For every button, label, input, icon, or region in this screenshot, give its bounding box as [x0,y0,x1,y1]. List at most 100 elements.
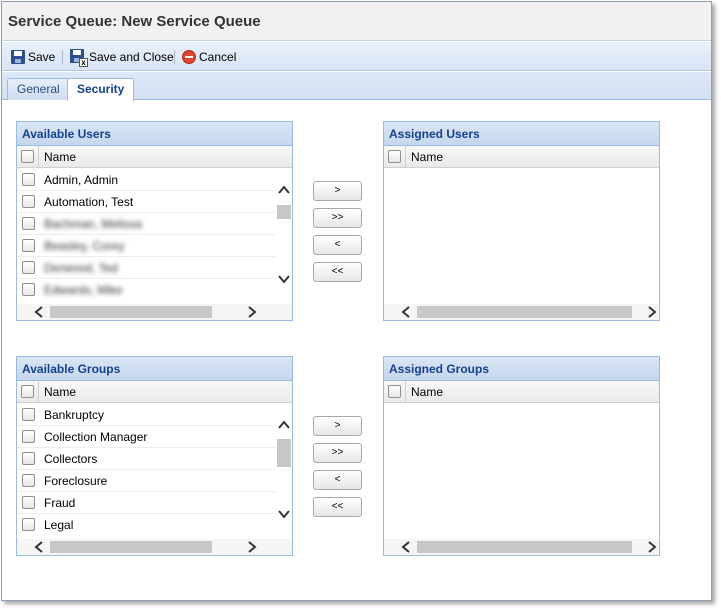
row-checkbox[interactable] [22,518,35,531]
list-item[interactable]: Fraud [17,492,276,514]
horizontal-scrollbar[interactable] [384,539,659,555]
list-item[interactable]: Bankruptcy [17,404,276,426]
row-checkbox[interactable] [22,474,35,487]
chevron-up-icon[interactable] [278,185,290,199]
horizontal-scrollbar[interactable] [17,539,292,555]
save-button-label: Save [28,50,56,64]
grid-header: Name [384,381,659,403]
row-checkbox[interactable] [22,173,35,186]
list-item[interactable]: Admin, Admin [17,169,276,191]
scroll-thumb[interactable] [277,205,291,219]
list-item[interactable]: Collectors [17,448,276,470]
row-checkbox[interactable] [22,217,35,230]
remove-all-users-button[interactable]: << [313,262,362,282]
column-header-name[interactable]: Name [411,385,443,399]
available-groups-title: Available Groups [17,357,292,381]
column-header-name[interactable]: Name [44,150,76,164]
column-header-name[interactable]: Name [44,385,76,399]
row-checkbox[interactable] [22,452,35,465]
available-users-list: Admin, Admin Automation, Test Bachman, M… [17,169,276,300]
remove-all-groups-button[interactable]: << [313,497,362,517]
floppy-disk-icon [11,50,25,64]
chevron-right-icon[interactable] [245,539,259,555]
horizontal-scrollbar[interactable] [17,304,292,320]
available-groups-list: Bankruptcy Collection Manager Collectors… [17,404,276,535]
chevron-up-icon[interactable] [278,420,290,434]
select-all-checkbox[interactable] [21,150,34,163]
security-tab-content: Available Users Name Admin, Admin Automa… [2,101,711,600]
scroll-thumb[interactable] [277,439,291,467]
tab-security[interactable]: Security [67,78,135,101]
vertical-scrollbar[interactable] [276,404,292,535]
row-checkbox[interactable] [22,496,35,509]
scroll-thumb[interactable] [50,541,212,553]
list-item[interactable]: Derwood, Ted [17,257,276,279]
assigned-groups-title: Assigned Groups [384,357,659,381]
scroll-thumb[interactable] [417,541,632,553]
save-button[interactable]: Save [11,48,55,66]
title-bar: Service Queue: New Service Queue [2,2,711,41]
cancel-button-label: Cancel [199,50,237,64]
user-name: Automation, Test [44,195,134,209]
grid-header: Name [17,381,292,403]
row-checkbox[interactable] [22,195,35,208]
row-checkbox[interactable] [22,430,35,443]
toolbar-separator [62,50,63,64]
add-selected-groups-button[interactable]: > [313,416,362,436]
list-item[interactable]: Automation, Test [17,191,276,213]
list-item[interactable]: Edwards, Mike [17,279,276,300]
scroll-thumb[interactable] [50,306,212,318]
chevron-left-icon[interactable] [32,304,46,320]
assigned-groups-list [384,404,659,535]
group-name: Fraud [44,496,76,510]
select-all-checkbox[interactable] [388,150,401,163]
row-checkbox[interactable] [22,261,35,274]
chevron-left-icon[interactable] [399,539,413,555]
row-checkbox[interactable] [22,239,35,252]
window-title: Service Queue: New Service Queue [8,13,261,30]
list-item[interactable]: Beasley, Corey [17,235,276,257]
chevron-right-icon[interactable] [245,304,259,320]
vertical-scrollbar[interactable] [276,169,292,300]
save-and-close-button-label: Save and Close [89,50,174,64]
group-name: Legal [44,518,74,532]
list-item[interactable]: Legal [17,514,276,535]
chevron-down-icon[interactable] [278,509,290,523]
chevron-right-icon[interactable] [645,304,659,320]
chevron-left-icon[interactable] [399,304,413,320]
list-item[interactable]: Bachman, Melissa [17,213,276,235]
column-header-name[interactable]: Name [411,150,443,164]
available-users-panel: Available Users Name Admin, Admin Automa… [16,121,293,321]
list-item[interactable]: Foreclosure [17,470,276,492]
horizontal-scrollbar[interactable] [384,304,659,320]
cancel-circle-icon [182,50,196,64]
user-name: Derwood, Ted [44,261,118,275]
group-name: Collection Manager [44,430,148,444]
floppy-disk-close-icon: x [70,49,88,67]
add-all-users-button[interactable]: >> [313,208,362,228]
cancel-button[interactable]: Cancel [182,48,236,66]
list-item[interactable]: Collection Manager [17,426,276,448]
user-name: Edwards, Mike [44,283,123,297]
toolbar: Save x Save and Close Cancel [2,42,711,71]
add-all-groups-button[interactable]: >> [313,443,362,463]
remove-selected-users-button[interactable]: < [313,235,362,255]
assigned-users-panel: Assigned Users Name [383,121,660,321]
remove-selected-groups-button[interactable]: < [313,470,362,490]
row-checkbox[interactable] [22,408,35,421]
add-selected-users-button[interactable]: > [313,181,362,201]
group-name: Bankruptcy [44,408,105,422]
chevron-left-icon[interactable] [32,539,46,555]
chevron-right-icon[interactable] [645,539,659,555]
save-and-close-button[interactable]: x Save and Close [70,48,174,67]
tab-general[interactable]: General [7,78,70,100]
scroll-thumb[interactable] [417,306,632,318]
row-checkbox[interactable] [22,283,35,296]
chevron-down-icon[interactable] [278,274,290,288]
grid-header: Name [17,146,292,168]
user-name: Beasley, Corey [44,239,125,253]
select-all-checkbox[interactable] [21,385,34,398]
group-name: Foreclosure [44,474,108,488]
select-all-checkbox[interactable] [388,385,401,398]
tab-strip: General Security [2,72,711,101]
